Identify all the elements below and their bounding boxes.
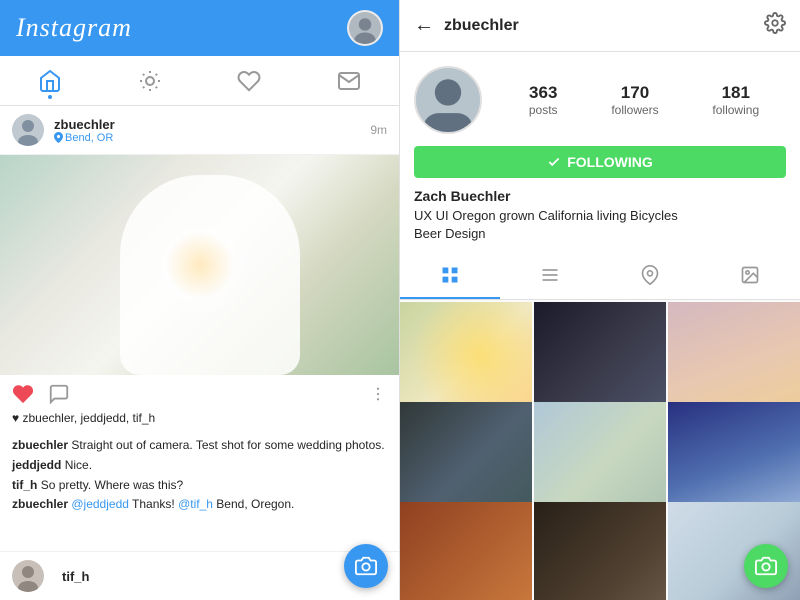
post-location[interactable]: Bend, OR [54, 132, 370, 144]
comment-4-user[interactable]: zbuechler [12, 497, 68, 511]
comment-1-user[interactable]: zbuechler [12, 438, 68, 452]
next-post-avatar[interactable] [12, 560, 44, 592]
stats-row: 363 posts 170 followers 181 following [502, 83, 786, 117]
post-image [0, 155, 400, 375]
left-header: Instagram [0, 0, 399, 56]
activity-nav-icon[interactable] [229, 61, 269, 101]
post-time: 9m [370, 123, 387, 137]
comment-1: zbuechler Straight out of camera. Test s… [12, 437, 387, 454]
instagram-logo: Instagram [16, 13, 132, 43]
profile-header-username: zbuechler [444, 17, 764, 35]
following-stat: 181 following [712, 83, 759, 117]
photo-grid [400, 302, 800, 600]
nav-dot [48, 95, 52, 99]
action-row [12, 383, 387, 405]
next-post-preview: tif_h [0, 551, 399, 600]
inbox-nav-icon[interactable] [329, 61, 369, 101]
post-location-text: Bend, OR [65, 132, 113, 144]
left-panel: Instagram [0, 0, 400, 600]
posts-count: 363 [529, 83, 558, 103]
profile-section: 363 posts 170 followers 181 following [400, 52, 800, 253]
comment-2-user[interactable]: jeddjedd [12, 458, 61, 472]
comment-3-text: So pretty. Where was this? [41, 478, 184, 492]
photo-cell-7[interactable] [400, 502, 532, 600]
like-button[interactable] [12, 383, 34, 405]
posts-stat: 363 posts [529, 83, 558, 117]
tab-tag[interactable] [700, 253, 800, 299]
bio-line2: Beer Design [414, 226, 486, 241]
following-button[interactable]: FOLLOWING [414, 146, 786, 178]
comment-4: zbuechler @jeddjedd Thanks! @tif_h Bend,… [12, 496, 387, 513]
liked-by: zbuechler, jeddjedd, tif_h [22, 411, 155, 425]
posts-label: posts [529, 103, 558, 117]
comment-2: jeddjedd Nice. [12, 457, 387, 474]
camera-fab-right[interactable] [744, 544, 788, 588]
comment-4-text-3: Bend, Oregon. [216, 497, 294, 511]
following-count: 181 [712, 83, 759, 103]
next-post-username[interactable]: tif_h [62, 569, 89, 584]
following-button-label: FOLLOWING [567, 154, 653, 170]
post-header-info: zbuechler Bend, OR [54, 117, 370, 144]
explore-nav-icon[interactable] [130, 61, 170, 101]
profile-tabs [400, 253, 800, 300]
comment-button[interactable] [48, 383, 70, 405]
comment-3-user[interactable]: tif_h [12, 478, 37, 492]
followers-label: followers [611, 103, 658, 117]
camera-fab-left[interactable] [344, 544, 388, 588]
back-button[interactable]: ← [414, 14, 434, 37]
left-nav [0, 56, 399, 106]
photo-cell-8[interactable] [534, 502, 666, 600]
post-header: zbuechler Bend, OR 9m [0, 106, 399, 155]
tab-grid[interactable] [400, 253, 500, 299]
light-flare [140, 205, 260, 325]
comment-4-text-2: Thanks! [132, 497, 178, 511]
comment-2-text: Nice. [65, 458, 92, 472]
tab-location[interactable] [600, 253, 700, 299]
post-footer: zbuechler Straight out of camera. Test s… [0, 433, 399, 524]
likes-text: ♥ zbuechler, jeddjedd, tif_h [12, 411, 387, 425]
mention-2[interactable]: @tif_h [178, 497, 213, 511]
followers-stat: 170 followers [611, 83, 658, 117]
post-username[interactable]: zbuechler [54, 117, 370, 132]
followers-count: 170 [611, 83, 658, 103]
profile-bio: UX UI Oregon grown California living Bic… [414, 207, 786, 243]
header-avatar[interactable] [347, 10, 383, 46]
tab-list[interactable] [500, 253, 600, 299]
right-header: ← zbuechler [400, 0, 800, 52]
home-nav-icon[interactable] [30, 61, 70, 101]
comment-1-text: Straight out of camera. Test shot for so… [71, 438, 384, 452]
post-user-avatar[interactable] [12, 114, 44, 146]
photo-7-inner [400, 502, 532, 600]
more-button[interactable] [369, 385, 387, 403]
photo-8-inner [534, 502, 666, 600]
profile-avatar[interactable] [414, 66, 482, 134]
comment-3: tif_h So pretty. Where was this? [12, 477, 387, 494]
profile-name: Zach Buechler [414, 188, 786, 204]
mention-1[interactable]: @jeddjedd [71, 497, 129, 511]
following-label: following [712, 103, 759, 117]
bio-line1: UX UI Oregon grown California living Bic… [414, 208, 678, 223]
post-actions: ♥ zbuechler, jeddjedd, tif_h [0, 375, 399, 433]
profile-top: 363 posts 170 followers 181 following [414, 66, 786, 134]
right-panel: ← zbuechler [400, 0, 800, 600]
settings-icon[interactable] [764, 12, 786, 39]
